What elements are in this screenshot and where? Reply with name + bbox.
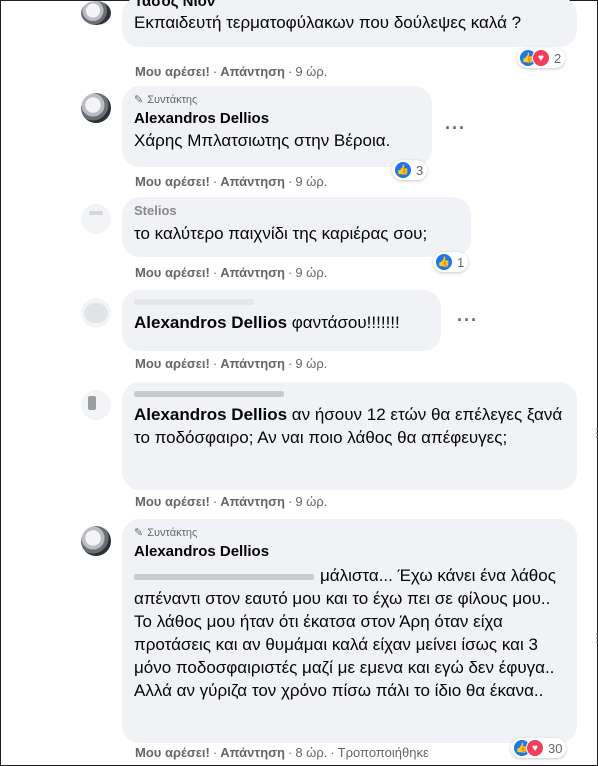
more-options-icon[interactable]: ··· [445, 119, 466, 137]
redacted-avatar [84, 303, 108, 323]
comment-author[interactable]: Alexandros Dellios [134, 109, 420, 129]
comment-actions: Μου αρέσει! · Απάντηση · 9 ώρ. [135, 64, 328, 79]
reaction-summary[interactable]: 👍 ♥ 30 [511, 738, 567, 758]
avatar[interactable] [81, 390, 111, 420]
comment-time[interactable]: 9 ώρ. [295, 494, 327, 509]
comment-author[interactable]: Stelios [134, 204, 459, 218]
reaction-count: 3 [416, 162, 424, 178]
reply-link[interactable]: Απάντηση [220, 64, 285, 79]
comment-actions: Μου αρέσει! · Απάντηση · 9 ώρ. [135, 174, 328, 189]
pencil-icon: ✎ [134, 527, 144, 539]
comment-actions: Μου αρέσει! · Απάντηση · 9 ώρ. [135, 494, 328, 509]
comment-bubble: Τάσος Νιον Εκπαιδευτή τερματοφύλακων που… [122, 0, 577, 47]
like-link[interactable]: Μου αρέσει! [135, 494, 210, 509]
reaction-summary[interactable]: 👍 1 [433, 252, 469, 272]
redacted-mention [134, 573, 314, 580]
comment-time[interactable]: 9 ώρ. [295, 174, 327, 189]
comment-bubble: ✎ Συντάκτης Alexandros Dellios Χάρης Μπλα… [122, 86, 432, 167]
comment-text: Alexandros Dellios φαντάσου!!!!!!! [134, 313, 400, 332]
more-options-icon[interactable]: ··· [457, 311, 478, 329]
comment-bubble: Alexandros Dellios αν ήσουν 12 ετών θα ε… [122, 382, 577, 490]
comment-bubble: Alexandros Dellios φαντάσου!!!!!!! [122, 290, 441, 351]
reaction-summary[interactable]: 👍 3 [392, 160, 428, 180]
comment-time[interactable]: 9 ώρ. [295, 265, 327, 280]
comment-actions: Μου αρέσει! · Απάντηση · 9 ώρ. [135, 356, 328, 371]
love-reaction-icon: ♥ [532, 49, 550, 67]
avatar[interactable] [81, 1, 111, 25]
comment-time[interactable]: 9 ώρ. [295, 64, 327, 79]
reply-link[interactable]: Απάντηση [220, 174, 285, 189]
like-reaction-icon: 👍 [435, 253, 453, 271]
comment-text: Χάρης Μπλατσιωτης στην Βέροια. [134, 131, 391, 150]
pencil-icon: ✎ [134, 94, 144, 106]
avatar[interactable] [81, 204, 111, 234]
comment-bubble: Stelios το καλύτερο παιχνίδι της καριέρα… [122, 197, 471, 257]
reply-link[interactable]: Απάντηση [220, 265, 285, 280]
mentioned-user[interactable]: Alexandros Dellios [134, 313, 287, 332]
reaction-count: 30 [548, 740, 563, 756]
comment-text: Alexandros Dellios αν ήσουν 12 ετών θα ε… [134, 405, 563, 447]
redacted-avatar [89, 211, 103, 215]
reaction-count: 1 [457, 254, 465, 270]
like-reaction-icon: 👍 [394, 161, 412, 179]
redacted-author [134, 299, 254, 305]
like-link[interactable]: Μου αρέσει! [135, 745, 210, 760]
comment-bubble: ✎ Συντάκτης Alexandros Dellios μάλιστα...… [122, 519, 577, 743]
author-badge: ✎ Συντάκτης [134, 527, 198, 539]
author-badge: ✎ Συντάκτης [134, 94, 198, 106]
like-link[interactable]: Μου αρέσει! [135, 265, 210, 280]
comments-panel: Τάσος Νιον Εκπαιδευτή τερματοφύλακων που… [0, 0, 598, 766]
edge-dots-icon: ⋮ [591, 426, 598, 440]
comment-text: μάλιστα... Έχω κάνει ένα λάθος απέναντι … [134, 566, 556, 700]
comment-author[interactable]: Alexandros Dellios [134, 542, 565, 562]
edited-label[interactable]: Τροποποιήθηκε [338, 745, 429, 760]
redacted-author [134, 391, 284, 397]
comment-text: Εκπαιδευτή τερματοφύλακων που δούλεψες κ… [134, 13, 522, 32]
comment-text: το καλύτερο παιχνίδι της καριέρας σου; [134, 224, 428, 243]
love-reaction-icon: ♥ [526, 739, 544, 757]
mentioned-user[interactable]: Alexandros Dellios [134, 405, 287, 424]
reply-link[interactable]: Απάντηση [220, 356, 285, 371]
reply-link[interactable]: Απάντηση [220, 745, 285, 760]
comment-actions: Μου αρέσει! · Απάντηση · 9 ώρ. [135, 265, 328, 280]
comment-time[interactable]: 8 ώρ. [295, 745, 327, 760]
comment-time[interactable]: 9 ώρ. [295, 356, 327, 371]
like-link[interactable]: Μου αρέσει! [135, 356, 210, 371]
reaction-count: 2 [554, 50, 562, 66]
like-link[interactable]: Μου αρέσει! [135, 64, 210, 79]
reaction-summary[interactable]: 👍 ♥ 2 [517, 48, 566, 68]
redacted-avatar [88, 396, 96, 410]
comment-actions: Μου αρέσει! · Απάντηση · 8 ώρ. · Τροποποιήθηκε [135, 745, 429, 760]
edge-dots-icon: ⋮ [591, 631, 598, 645]
avatar[interactable] [81, 526, 111, 556]
avatar[interactable] [81, 93, 111, 123]
reply-link[interactable]: Απάντηση [220, 494, 285, 509]
like-link[interactable]: Μου αρέσει! [135, 174, 210, 189]
